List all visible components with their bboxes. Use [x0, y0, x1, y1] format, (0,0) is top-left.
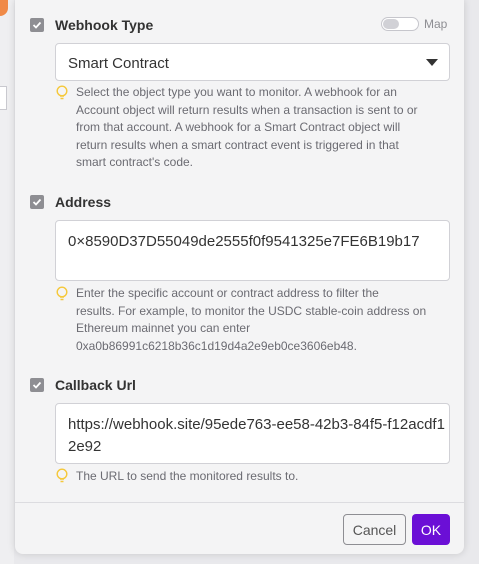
address-input[interactable]: 0×8590D37D55049de2555f0f9541325e7FE6B19b… [55, 220, 450, 281]
webhook-type-hint-line: smart contract's code. [76, 155, 193, 169]
webhook-type-hint-line: Account object will return results when … [76, 102, 418, 117]
map-toggle[interactable] [381, 17, 419, 31]
lightbulb-icon [56, 286, 68, 301]
callback-url-checkbox-icon[interactable] [30, 378, 44, 392]
address-value: 0×8590D37D55049de2555f0f9541325e7FE6B19b… [68, 233, 420, 250]
address-checkbox-icon[interactable] [30, 195, 44, 209]
lightbulb-icon [56, 468, 68, 483]
callback-url-hint: The URL to send the monitored results to… [76, 468, 461, 486]
address-hint-line: 0xa0b86991c6218b36c1d19d4a2e9eb0ce3606eb… [76, 338, 357, 353]
address-hint-line: Ethereum mainnet you can enter [76, 321, 251, 335]
address-hint-line: results. For example, to monitor the USD… [76, 303, 427, 318]
address-hint-line: Enter the specific account or contract a… [76, 286, 379, 300]
background-input-stub [0, 86, 7, 110]
webhook-settings-dialog: Webhook Type Map Smart Contract Select t… [15, 0, 464, 554]
callback-url-value: https://webhook.site/95ede763-ee58-42b3-… [68, 416, 445, 455]
background-accent [0, 0, 8, 16]
footer-divider [15, 502, 464, 503]
address-label: Address [55, 194, 112, 210]
map-toggle-knob [383, 19, 399, 29]
webhook-type-hint: Select the object type you want to monit… [76, 84, 456, 172]
webhook-type-label: Webhook Type [55, 17, 154, 33]
map-toggle-label: Map [424, 17, 448, 31]
callback-url-input[interactable]: https://webhook.site/95ede763-ee58-42b3-… [55, 403, 450, 464]
callback-url-hint-line: The URL to send the monitored results to… [76, 469, 299, 483]
webhook-type-hint-line: from that account. A webhook for a Smart… [76, 120, 401, 134]
webhook-type-hint-line: return results when a smart contract eve… [76, 137, 399, 152]
webhook-type-hint-line: Select the object type you want to monit… [76, 85, 397, 99]
address-hint: Enter the specific account or contract a… [76, 285, 461, 355]
lightbulb-icon [56, 85, 68, 100]
chevron-down-icon [426, 59, 438, 66]
webhook-type-selected-value: Smart Contract [68, 55, 169, 72]
ok-button[interactable]: OK [412, 514, 450, 545]
webhook-type-checkbox-icon[interactable] [30, 18, 44, 32]
webhook-type-select[interactable]: Smart Contract [55, 43, 450, 81]
cancel-button[interactable]: Cancel [343, 514, 406, 545]
background-panel-edge [0, 0, 14, 564]
callback-url-label: Callback Url [55, 377, 136, 393]
